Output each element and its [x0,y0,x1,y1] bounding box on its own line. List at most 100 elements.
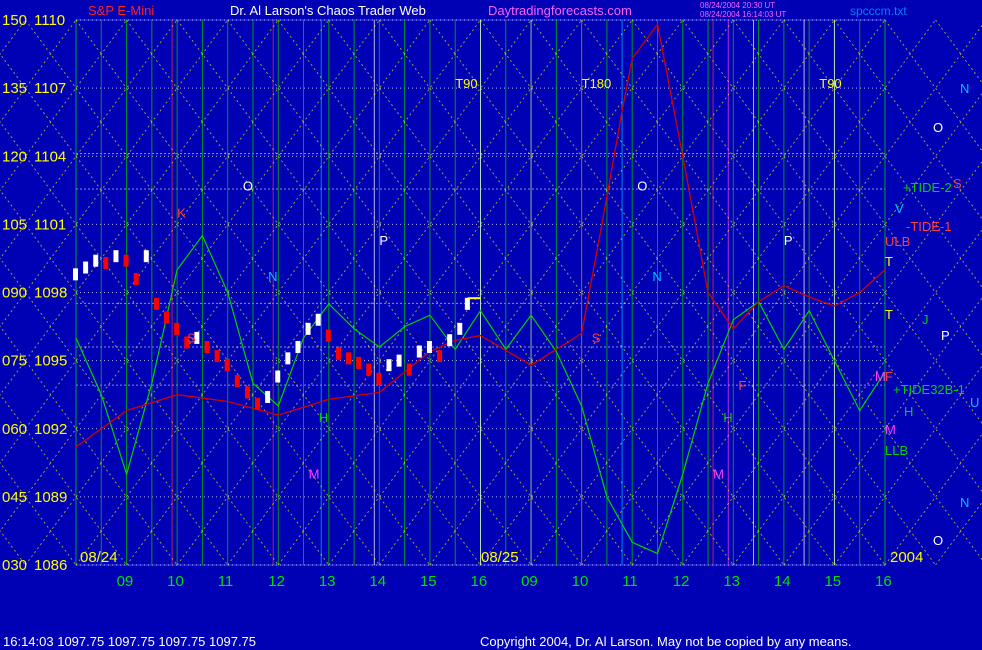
price-bar [93,254,99,267]
x-tick-label: 15 [420,573,437,590]
x-tick-label: 13 [723,573,740,590]
y-tick-label: 075 [2,353,27,370]
right-label: O [933,120,943,135]
chart-marker: O [637,178,647,193]
y-tick-label: 105 [2,216,27,233]
price-bar [426,341,432,353]
price-bar [396,354,402,367]
right-label: S [953,176,962,191]
right-label: H [904,404,913,419]
right-label: T [885,254,893,269]
price-bar [265,390,271,403]
y-tick-label: 060 [2,421,27,438]
y-price-label: 1104 [34,148,66,165]
price-bar [255,397,261,410]
price-bar [305,322,311,335]
x-tick-label: 14 [369,573,386,590]
stamp-line1: 08/24/2004 20:30 UT [700,1,775,10]
price-bar [464,297,470,310]
chart-marker: K [177,206,186,221]
chart-marker: S [592,330,601,345]
date-label: 08/25 [481,549,519,566]
y-price-label: 1086 [34,557,67,574]
title-left: S&P E-Mini [88,3,154,18]
price-bar [356,356,362,369]
right-label: +TIDE-2 [903,180,952,195]
right-label: O [933,533,943,548]
price-bar [83,261,89,274]
price-bar [204,341,210,353]
price-bar [346,352,352,365]
price-bar [103,256,109,269]
price-bar [447,334,453,347]
site-link[interactable]: Daytradingforecasts.com [488,3,632,18]
price-bar [406,363,412,376]
x-tick-label: 14 [774,573,791,590]
x-tick-label: 13 [319,573,336,590]
chart-marker: N [652,269,661,284]
y-price-label: 1101 [34,216,66,233]
y-tick-label: 150 [2,12,27,29]
price-bar [325,329,331,342]
footer-quote: 16:14:03 1097.75 1097.75 1097.75 1097.75 [3,634,256,649]
chart-marker: T90 [819,76,841,91]
right-label: N [960,495,969,510]
x-tick-label: 09 [117,573,134,590]
right-label: N [960,81,969,96]
x-tick-label: 15 [824,573,841,590]
price-bar [153,297,159,310]
price-bar [113,250,119,263]
right-label: V [895,201,904,216]
y-tick-label: 045 [2,489,27,506]
right-label: +TIDE32B-1 [893,382,965,397]
x-tick-label: 16 [875,573,892,590]
price-bar [73,268,78,281]
y-tick-label: 120 [2,148,27,165]
price-bar [366,363,372,376]
price-bar [143,250,149,263]
x-tick-label: 11 [622,573,638,590]
right-label: U [970,395,979,410]
chart-marker: P [379,233,388,248]
y-price-label: 1089 [34,489,67,506]
footer-copyright: Copyright 2004, Dr. Al Larson. May not b… [480,634,851,649]
price-bar [376,372,382,385]
price-bar [133,272,139,285]
date-label: 08/24 [80,549,118,566]
price-bar [295,341,301,353]
y-price-label: 1092 [34,421,67,438]
y-price-label: 1095 [34,353,67,370]
chart-marker: T180 [582,76,612,91]
right-label: P [941,328,950,343]
price-bar [285,352,291,365]
y-tick-label: 090 [2,285,27,302]
chart-marker: F [738,378,746,393]
price-bar [174,322,180,335]
chart-marker: H [319,410,328,425]
x-tick-label: 10 [167,573,184,590]
chart-marker: M [713,467,724,482]
price-bar [335,347,341,360]
price-bar [437,350,443,363]
x-tick-label: 12 [268,573,285,590]
chart-marker: T90 [455,76,477,91]
price-bar [457,322,463,335]
right-label: M [885,422,896,437]
y-price-label: 1098 [34,285,67,302]
chart-marker: M [309,467,320,482]
x-tick-label: 11 [218,573,234,590]
price-bar [416,345,422,358]
right-label: ULB [885,234,910,249]
stamp-line2: 08/24/2004 16:14:03 UT [700,10,786,19]
price-bar [275,370,281,383]
price-bar [224,359,230,372]
x-tick-label: 09 [521,573,538,590]
y-price-label: 1107 [34,80,66,97]
price-bar [234,375,240,388]
chaos-trader-chart: S&P E-Mini Dr. Al Larson's Chaos Trader … [0,0,982,650]
x-tick-label: 10 [572,573,589,590]
chart-marker: N [268,269,277,284]
chart-marker: O [243,178,253,193]
chart-marker: H [723,410,732,425]
y-tick-label: 135 [2,80,27,97]
